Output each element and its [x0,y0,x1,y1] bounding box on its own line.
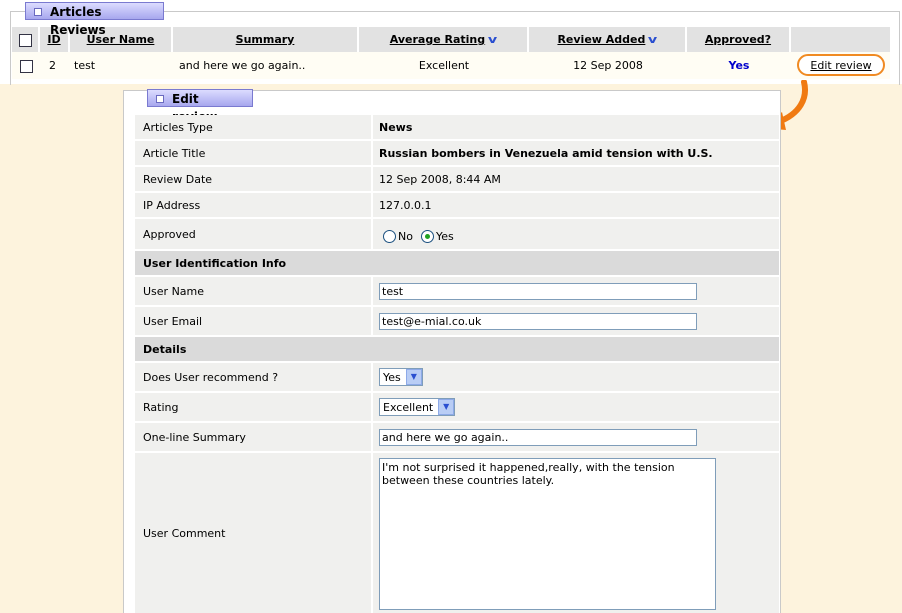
rating-select[interactable]: Excellent ▼ [379,398,456,416]
recommend-label: Does User recommend ? [135,363,371,391]
user-name-cell: test [373,277,779,305]
row-select[interactable] [20,52,33,79]
review-date-label: Review Date [135,167,371,191]
approved-yes-radio[interactable] [420,229,434,243]
header-actions [791,27,890,52]
cell-review-added: 12 Sep 2008 [573,59,643,72]
user-comment-label: User Comment [135,453,371,613]
table-row: 2 test and here we go again.. Excellent … [12,52,890,79]
cell-summary: and here we go again.. [179,59,306,72]
header-average-rating-label: Average Rating [389,33,486,46]
row-checkbox[interactable] [20,59,33,73]
row-rating: Rating Excellent ▼ [135,393,779,421]
ip-address-label: IP Address [135,193,371,217]
user-email-label: User Email [135,307,371,335]
row-summary: One-line Summary and here we go again.. [135,423,779,451]
row-articles-type: Articles Type News [135,115,779,139]
edit-review-tab: Edit review [147,89,253,124]
articles-reviews-title: Articles Reviews [50,5,106,37]
row-user-comment: User Comment I'm not surprised it happen… [135,453,779,613]
edit-review-link[interactable]: Edit review [797,54,885,76]
rating-cell: Excellent ▼ [373,393,779,421]
approved-no-radio[interactable] [383,229,396,243]
cell-average-rating: Excellent [418,59,470,72]
tab-square-icon [34,8,42,16]
section-details: Details [135,337,779,361]
recommend-cell: Yes ▼ [373,363,779,391]
section-user-identification: User Identification Info [135,251,779,275]
summary-label: One-line Summary [135,423,371,451]
ip-address-value: 127.0.0.1 [373,193,779,217]
header-review-added-label: Review Added [557,33,646,46]
recommend-select-value: Yes [383,370,401,384]
user-comment-cell: I'm not surprised it happened,really, wi… [373,453,779,613]
summary-input[interactable]: and here we go again.. [379,428,697,446]
articles-type-label: Articles Type [135,115,371,139]
sort-descending-icon[interactable]: v [488,27,497,52]
row-review-date: Review Date 12 Sep 2008, 8:44 AM [135,167,779,191]
user-name-label: User Name [135,277,371,305]
articles-reviews-panel: ID User Name Summary Average Rating v Rev… [0,0,902,85]
user-name-input[interactable]: test [379,282,697,300]
cell-approved: Yes [728,59,750,72]
sort-descending-icon[interactable]: v [648,27,657,52]
approved-label: Approved [135,219,371,249]
row-ip-address: IP Address 127.0.0.1 [135,193,779,217]
approved-options: No Yes [373,219,779,249]
cell-user-name: test [74,59,96,72]
recommend-select[interactable]: Yes ▼ [379,368,423,386]
grid-header-row: ID User Name Summary Average Rating v Rev… [12,27,890,52]
header-summary[interactable]: Summary [173,27,359,52]
row-user-name: User Name test [135,277,779,305]
row-approved: Approved No Yes [135,219,779,249]
cell-id: 2 [49,59,56,72]
header-select-all[interactable] [12,27,40,52]
article-title-value: Russian bombers in Venezuela amid tensio… [373,141,779,165]
row-recommend: Does User recommend ? Yes ▼ [135,363,779,391]
row-article-title: Article Title Russian bombers in Venezue… [135,141,779,165]
row-user-email: User Email test@e-mial.co.uk [135,307,779,335]
header-approved[interactable]: Approved? [687,27,791,52]
chevron-down-icon[interactable]: ▼ [438,399,455,415]
articles-type-value: News [373,115,779,139]
user-email-cell: test@e-mial.co.uk [373,307,779,335]
approved-yes-label: Yes [435,229,454,243]
header-average-rating[interactable]: Average Rating v [359,27,529,52]
approved-no-label: No [398,229,413,243]
review-date-value: 12 Sep 2008, 8:44 AM [373,167,779,191]
rating-select-value: Excellent [383,400,434,414]
select-all-checkbox[interactable] [18,33,32,47]
articles-reviews-tab: Articles Reviews [25,2,164,37]
user-email-input[interactable]: test@e-mial.co.uk [379,312,697,330]
summary-cell: and here we go again.. [373,423,779,451]
chevron-down-icon[interactable]: ▼ [405,369,422,385]
rating-label: Rating [135,393,371,421]
user-comment-textarea[interactable]: I'm not surprised it happened,really, wi… [379,458,716,610]
article-title-label: Article Title [135,141,371,165]
tab-square-icon [156,95,164,103]
header-review-added[interactable]: Review Added v [529,27,687,52]
